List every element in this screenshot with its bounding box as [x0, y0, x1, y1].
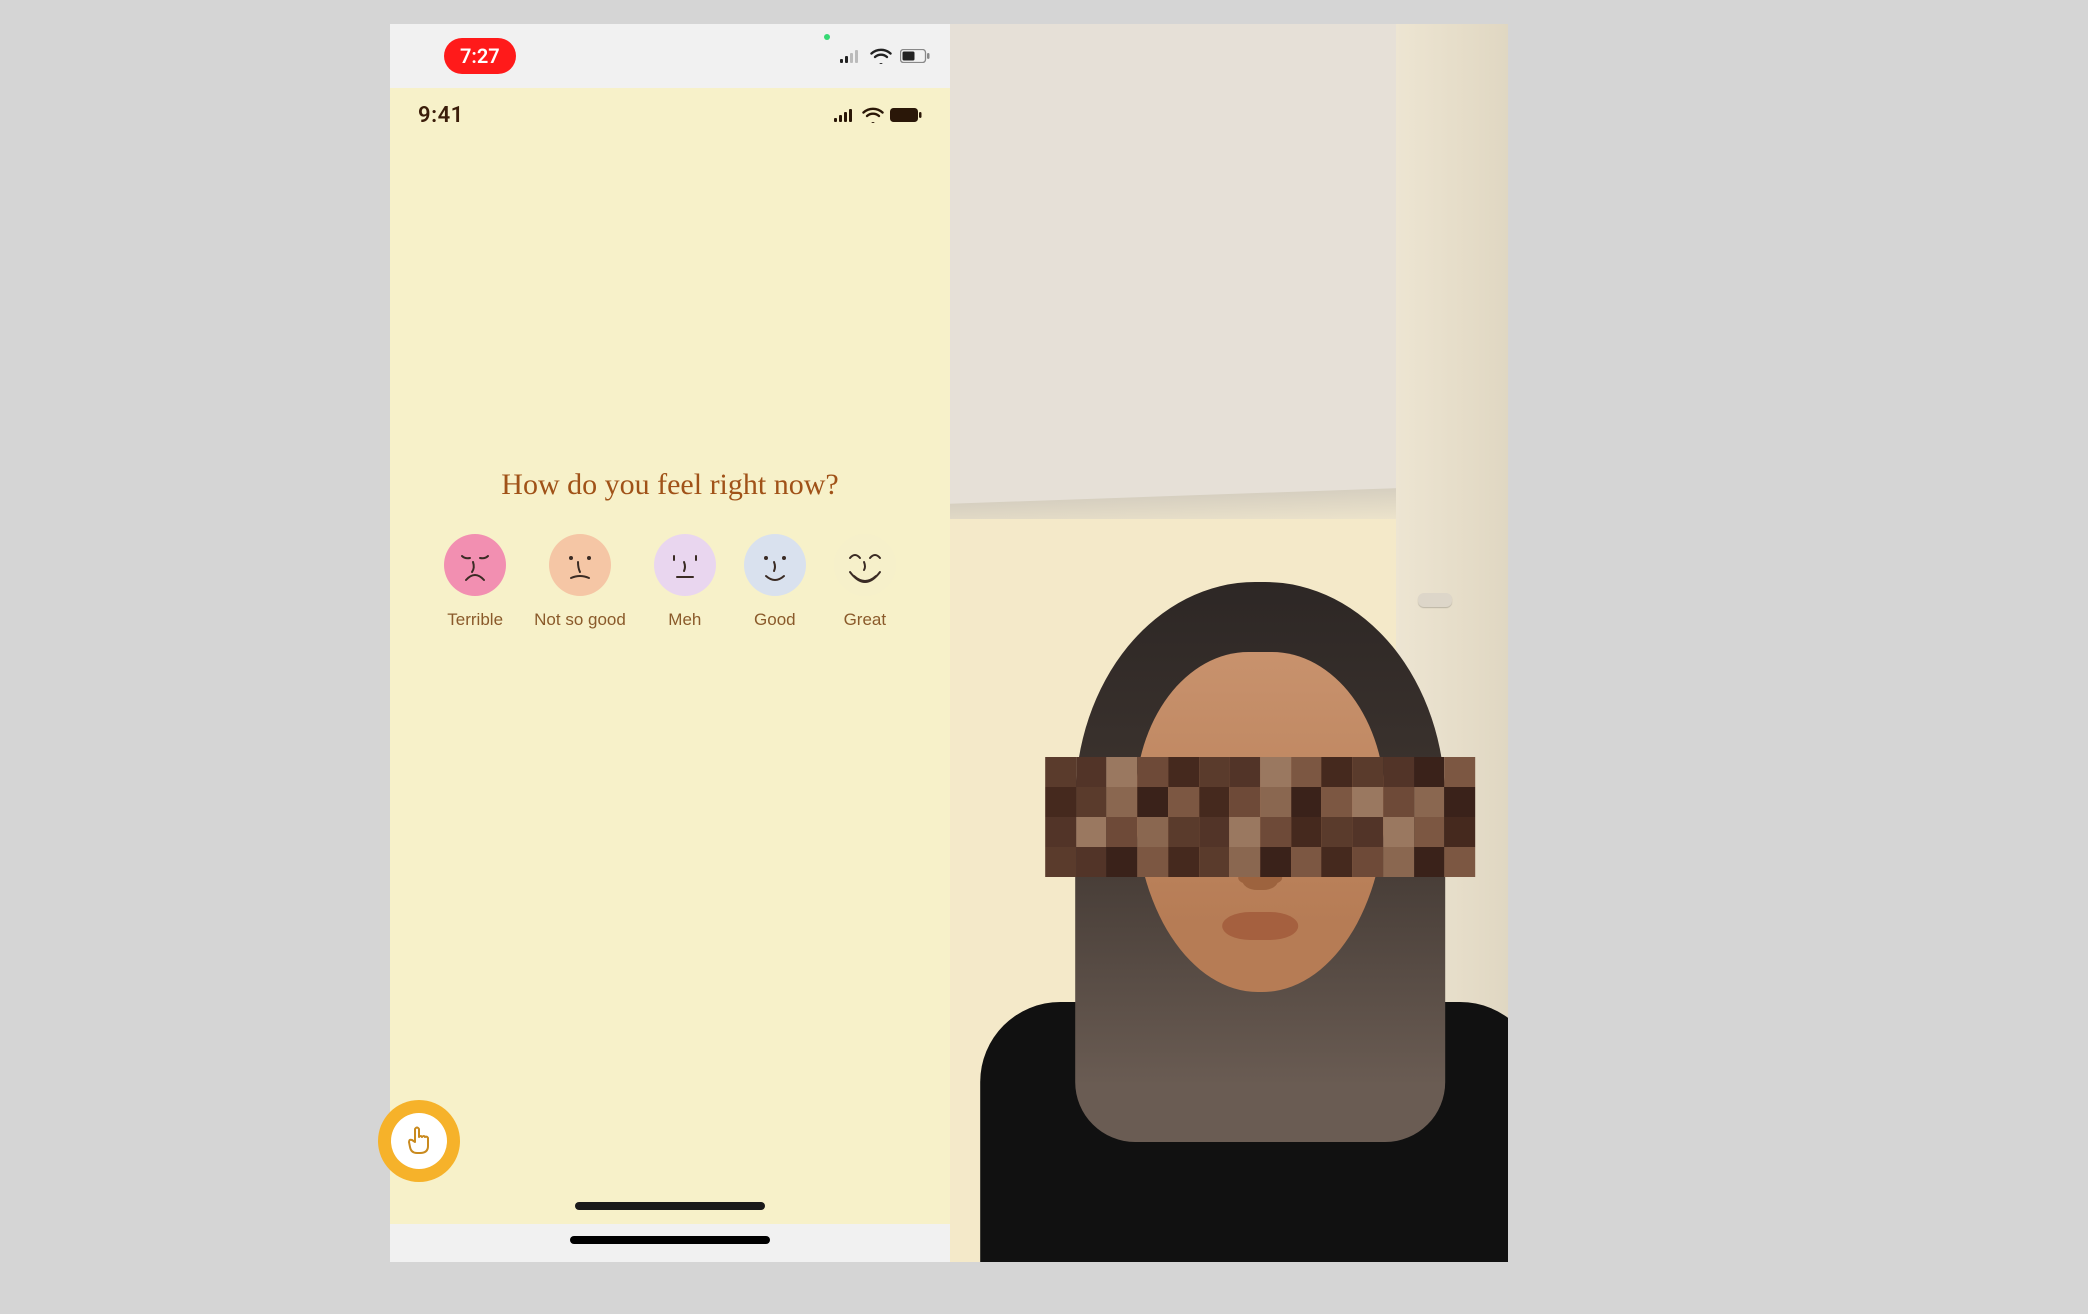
- mood-face-notsogood-icon: [549, 534, 611, 596]
- cellular-icon: [834, 108, 856, 122]
- outer-bottom-bar: [390, 1224, 950, 1262]
- battery-icon: [890, 108, 922, 122]
- squeeze-button-inner: [391, 1113, 447, 1169]
- battery-icon: [900, 49, 930, 63]
- app-screen: 9:41: [390, 88, 950, 1224]
- mood-face-good-icon: [744, 534, 806, 596]
- webcam-pane: [950, 24, 1508, 1262]
- mood-face-great-icon: [834, 534, 896, 596]
- hand-point-icon: [404, 1126, 434, 1156]
- mood-option-good[interactable]: Good: [744, 534, 806, 630]
- device-screenshot: 7:27: [390, 24, 950, 1262]
- cellular-icon: [840, 49, 862, 63]
- mood-label: Good: [754, 610, 796, 630]
- mood-label: Terrible: [447, 610, 503, 630]
- face-censor: [1045, 757, 1475, 877]
- wifi-icon: [870, 48, 892, 64]
- mood-option-meh[interactable]: Meh: [654, 534, 716, 630]
- app-status-bar: 9:41: [390, 88, 950, 142]
- recording-frame: 7:27: [390, 24, 1508, 1262]
- squeeze-button[interactable]: [378, 1100, 460, 1182]
- mood-prompt: How do you feel right now?: [390, 468, 950, 502]
- mood-face-meh-icon: [654, 534, 716, 596]
- app-home-indicator: [575, 1202, 765, 1210]
- mood-option-terrible[interactable]: Terrible: [444, 534, 506, 630]
- recording-pill[interactable]: 7:27: [444, 38, 516, 74]
- mood-options-row: Terrible Not so good Meh Good Great: [390, 534, 950, 630]
- device-home-indicator[interactable]: [570, 1236, 770, 1244]
- mood-label: Not so good: [534, 610, 626, 630]
- mood-face-terrible-icon: [444, 534, 506, 596]
- mood-label: Meh: [668, 610, 701, 630]
- outer-status-icons: [824, 48, 930, 64]
- mood-option-notsogood[interactable]: Not so good: [534, 534, 626, 630]
- mood-option-great[interactable]: Great: [834, 534, 896, 630]
- mood-label: Great: [844, 610, 887, 630]
- person: [1000, 502, 1508, 1262]
- app-status-icons: [834, 107, 922, 123]
- person-mouth: [1222, 912, 1298, 940]
- wifi-icon: [862, 107, 884, 123]
- live-dot-icon: [824, 34, 830, 40]
- outer-status-bar: 7:27: [390, 24, 950, 88]
- app-status-time: 9:41: [418, 103, 464, 128]
